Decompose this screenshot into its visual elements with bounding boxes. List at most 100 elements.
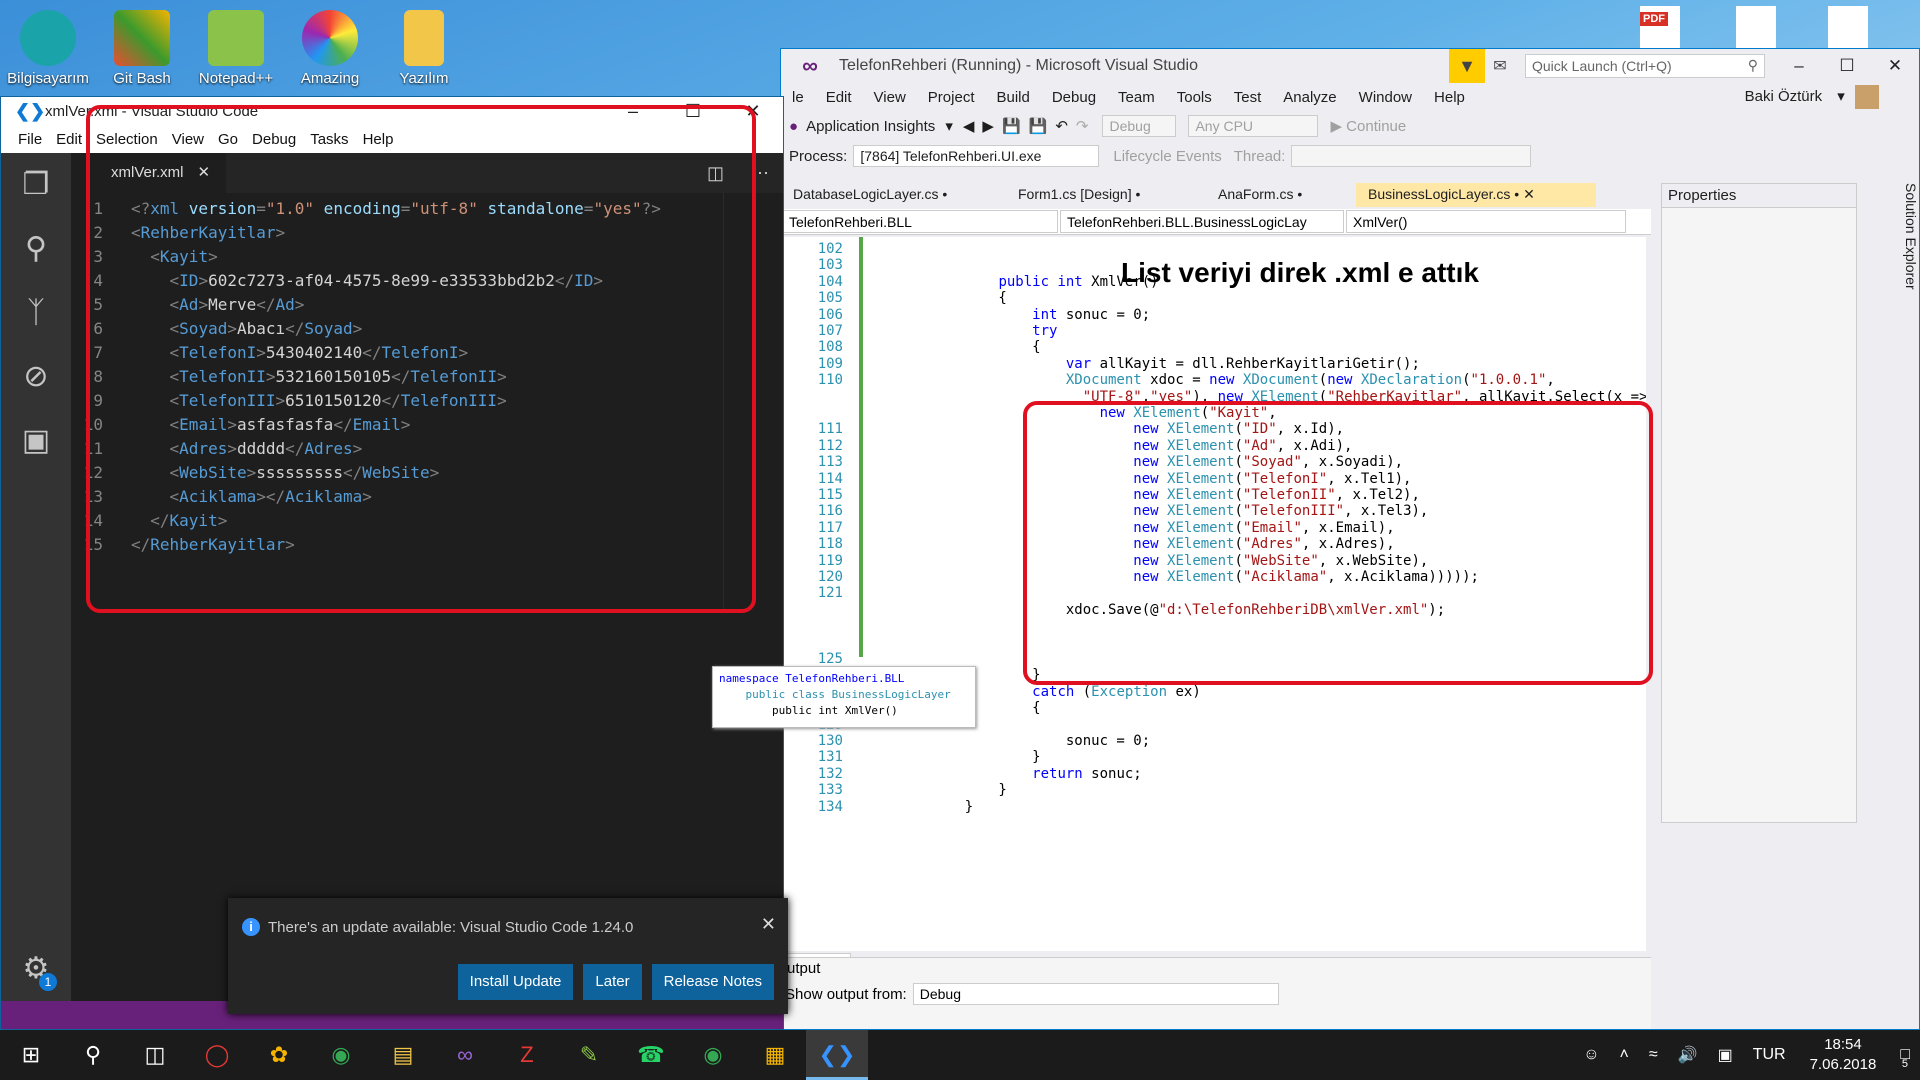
menu-analyze[interactable]: Analyze [1272,89,1347,106]
network-icon[interactable]: ≈ [1649,1046,1658,1064]
thread-select[interactable] [1291,145,1532,167]
later-button[interactable]: Later [583,964,642,1000]
menu-edit[interactable]: Edit [815,89,863,106]
minimize-button[interactable]: – [1775,56,1823,76]
notepad-plus-icon[interactable]: ✎ [558,1030,620,1080]
solution-explorer-tab[interactable]: Solution Explorer [1859,183,1919,343]
desktop-icon-git-bash[interactable]: Git Bash [94,4,190,96]
desktop-icon-label: Notepad++ [198,70,274,87]
code-line[interactable]: 134 } [781,797,973,817]
whatsapp-icon[interactable]: ☎ [620,1030,682,1080]
action-center-icon[interactable]: □ 5 [1900,1046,1910,1070]
vs-toolbar-debug: Process: [7864] TelefonRehberi.UI.exe Li… [781,141,1919,171]
close-icon[interactable]: ✕ [761,914,776,935]
redo-icon[interactable]: ↷ [1076,117,1089,135]
vs-window-title: TelefonRehberi (Running) - Microsoft Vis… [839,57,1198,74]
desktop-icon-notepad-plus[interactable]: Notepad++ [188,4,284,96]
menu-build[interactable]: Build [985,89,1040,106]
tab-database-logic-layer[interactable]: DatabaseLogicLayer.cs • [781,183,1006,207]
extensions-icon[interactable]: ▣ [1,409,71,473]
file-explorer-icon[interactable]: ▤ [372,1030,434,1080]
member-select[interactable]: XmlVer() [1346,210,1626,233]
close-button[interactable]: ✕ [1871,56,1919,76]
monitor-icon [20,10,76,66]
menu-test[interactable]: Test [1223,89,1273,106]
configuration-select[interactable]: Debug [1102,115,1177,137]
chevron-up-icon[interactable]: ˄ [1620,1046,1629,1064]
menu-file[interactable]: File [11,131,49,148]
close-icon[interactable]: ✕ [1523,186,1535,202]
forward-icon[interactable]: ▶ [982,117,994,135]
git-bash-icon [114,10,170,66]
windows-app-icon[interactable]: ▦ [744,1030,806,1080]
annotation-text: List veriyi direk .xml e attık [1121,257,1479,288]
highlight-box [86,105,756,613]
paint-icon[interactable]: ✿ [248,1030,310,1080]
volume-icon[interactable]: 🔊 [1678,1045,1698,1065]
language-indicator[interactable]: TUR [1753,1046,1786,1064]
desktop-icon-bilgisayarim[interactable]: Bilgisayarım [0,4,96,96]
feedback-icon[interactable]: ✉ [1485,56,1515,76]
explorer-icon[interactable]: ❐ [1,153,71,217]
menu-help[interactable]: Help [1423,89,1476,106]
quick-launch-input[interactable]: Quick Launch (Ctrl+Q) ⚲ [1525,54,1765,78]
process-select[interactable]: [7864] TelefonRehberi.UI.exe [853,145,1100,167]
light-bulb-icon: ● [789,117,799,135]
windows-start-icon[interactable]: ⊞ [0,1030,62,1080]
debug-icon[interactable]: ⊘ [1,345,71,409]
visual-studio-icon[interactable]: ∞ [434,1030,496,1080]
tab-form1-design[interactable]: Form1.cs [Design] • [1006,183,1206,207]
clock[interactable]: 18:54 7.06.2018 [1810,1035,1877,1075]
user-account[interactable]: Baki Öztürk ▾ [1723,85,1919,109]
properties-panel: Properties [1661,183,1857,823]
vscode-icon[interactable]: ❮❯ [806,1030,868,1080]
opera-icon[interactable]: ◯ [186,1030,248,1080]
menu-team[interactable]: Team [1107,89,1166,106]
tab-anaform[interactable]: AnaForm.cs • [1206,183,1356,207]
tab-business-logic-layer[interactable]: BusinessLogicLayer.cs • ✕ [1356,183,1596,207]
search-icon[interactable]: ⚲ [1,217,71,281]
gear-icon[interactable]: ⚙ 1 [1,937,71,1001]
class-select[interactable]: TelefonRehberi.BLL.BusinessLogicLay [1060,210,1344,233]
desktop-icon-yazilim[interactable]: Yazılım [376,4,472,96]
install-update-button[interactable]: Install Update [457,964,574,1000]
menu-window[interactable]: Window [1348,89,1423,106]
chevron-down-icon[interactable]: ▾ [945,117,953,135]
menu-edit[interactable]: Edit [49,131,89,148]
project-select[interactable]: TelefonRehberi.BLL [782,210,1058,233]
search-icon: ⚲ [1747,57,1758,73]
code-navigation-bar: TelefonRehberi.BLL TelefonRehberi.BLL.Bu… [781,209,1651,235]
output-source-select[interactable]: Debug [912,983,1279,1005]
vscode-window: ❮❯ xmlVer.xml - Visual Studio Code – ☐ ✕… [0,96,784,1030]
task-view-icon[interactable]: ◫ [124,1030,186,1080]
filezilla-icon[interactable]: Z [496,1030,558,1080]
document-tabs: DatabaseLogicLayer.cs • Form1.cs [Design… [781,183,1651,207]
desktop-icon-amazing[interactable]: Amazing [282,4,378,96]
people-icon[interactable]: ☺ [1583,1046,1599,1064]
save-icon[interactable]: 💾 [1002,117,1021,135]
save-all-icon[interactable]: 💾 [1029,117,1048,135]
activity-bar: ❐ ⚲ ᛉ ⊘ ▣ ⚙ 1 [1,153,71,1001]
maximize-button[interactable]: ☐ [1823,56,1871,76]
menu-file[interactable]: le [781,89,815,106]
output-title: utput [787,960,821,977]
release-notes-button[interactable]: Release Notes [651,964,774,1000]
lifecycle-events-button[interactable]: Lifecycle Events [1113,148,1221,165]
platform-select[interactable]: Any CPU [1188,115,1319,137]
source-control-icon[interactable]: ᛉ [1,281,71,345]
menu-view[interactable]: View [863,89,917,106]
menu-tools[interactable]: Tools [1166,89,1223,106]
change-indicator [859,237,863,657]
continue-button[interactable]: ▶ Continue [1330,117,1406,135]
code-tooltip: namespace TelefonRehberi.BLL public clas… [712,666,976,728]
application-insights-button[interactable]: Application Insights [806,118,935,135]
notification-tray-icon[interactable]: ▣ [1718,1045,1733,1065]
chrome-icon[interactable]: ◉ [682,1030,744,1080]
undo-icon[interactable]: ↶ [1055,117,1068,135]
chrome-icon[interactable]: ◉ [310,1030,372,1080]
search-icon[interactable]: ⚲ [62,1030,124,1080]
back-icon[interactable]: ◀ [963,117,975,135]
filter-icon[interactable]: ▼ [1449,49,1485,83]
menu-project[interactable]: Project [917,89,986,106]
menu-debug[interactable]: Debug [1041,89,1107,106]
